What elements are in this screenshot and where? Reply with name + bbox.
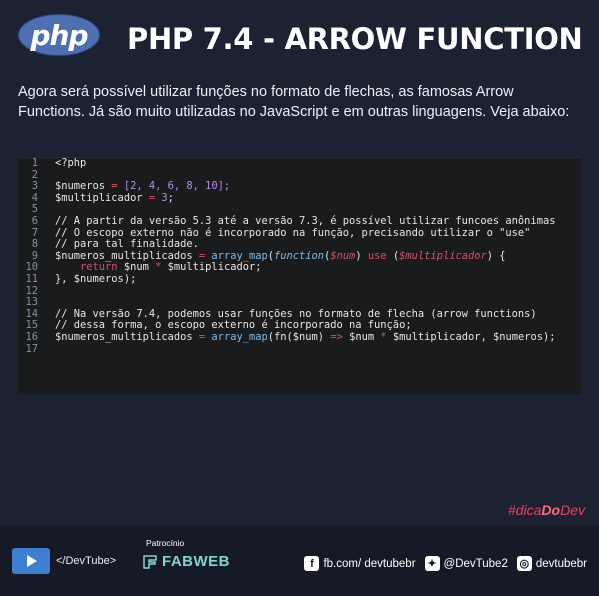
code-keyword: use bbox=[367, 249, 387, 262]
code-line: 16 $numeros_multiplicados = array_map(fn(… bbox=[18, 330, 581, 344]
line-number: 8 bbox=[31, 238, 38, 251]
code-line: 4 $multiplicador = 3; bbox=[18, 191, 581, 205]
php-logo-text: php bbox=[30, 18, 88, 52]
play-icon bbox=[12, 548, 50, 574]
code-function: array_map bbox=[211, 330, 268, 343]
fabweb-logo: FABWEB bbox=[142, 553, 230, 570]
code-keyword: return bbox=[80, 261, 118, 274]
hashtag: #dicaDoDev bbox=[508, 502, 585, 518]
code-operator: = bbox=[192, 330, 212, 343]
code-operator: = bbox=[192, 249, 212, 262]
code-block: 1 <?php 2 3 $numeros = [2, 4, 6, 8, 10]; 4… bbox=[18, 157, 581, 394]
code-text: (fn($num) bbox=[267, 330, 331, 343]
code-text: ) bbox=[355, 249, 368, 262]
code-variable: $numeros_multiplicados bbox=[55, 330, 193, 343]
code-text: ( bbox=[386, 249, 400, 262]
hashtag-bold: Do bbox=[541, 502, 561, 518]
code-line: 11 }, $numeros); bbox=[18, 272, 581, 286]
line-number: 6 bbox=[31, 214, 38, 227]
page-title: PHP 7.4 - ARROW FUNCTION bbox=[127, 22, 583, 56]
line-number: 11 bbox=[25, 272, 38, 285]
sponsor-label: Patrocínio bbox=[146, 538, 185, 548]
fabweb-text: FABWEB bbox=[162, 553, 230, 570]
facebook-icon: f bbox=[304, 556, 320, 571]
hashtag-post: Dev bbox=[560, 502, 585, 518]
code-text: $multiplicador, $numeros); bbox=[386, 330, 556, 343]
code-argument: $multiplicador bbox=[399, 249, 487, 262]
code-text: $num bbox=[117, 261, 156, 274]
code-text: $num bbox=[342, 330, 381, 343]
line-number: 17 bbox=[25, 342, 38, 355]
code-operator: => bbox=[330, 330, 343, 343]
php-logo: php bbox=[18, 14, 100, 56]
code-operator: = bbox=[142, 191, 162, 204]
facebook-link[interactable]: fb.com/ devtubebr bbox=[323, 558, 415, 570]
code-line: 17 bbox=[18, 342, 581, 356]
code-array: [2, 4, 6, 8, 10]; bbox=[123, 180, 231, 193]
twitter-icon: ✦ bbox=[424, 556, 440, 571]
code-function: array_map bbox=[211, 249, 268, 262]
line-number: 1 bbox=[31, 157, 38, 169]
code-line: 6 // A partir da versão 5.3 até a versão … bbox=[18, 214, 581, 228]
code-keyword: function bbox=[274, 249, 325, 262]
code-line: 1 <?php bbox=[18, 158, 581, 170]
code-variable: $numeros bbox=[55, 180, 106, 193]
code-argument: $num bbox=[330, 249, 356, 262]
fabweb-icon bbox=[143, 554, 157, 569]
code-operator: = bbox=[105, 180, 124, 193]
devtube-text: </DevTube> bbox=[56, 555, 117, 567]
intro-text: Agora será possível utilizar funções no … bbox=[18, 84, 570, 120]
code-line: 12 bbox=[18, 285, 581, 298]
code-text: ) { bbox=[486, 249, 506, 262]
code-comment: // A partir da versão 5.3 até a versão 7… bbox=[55, 214, 556, 227]
line-number: 13 bbox=[25, 296, 38, 309]
code-text: $multiplicador; bbox=[161, 261, 262, 274]
line-number: 16 bbox=[25, 330, 38, 343]
code-text: }, $numeros); bbox=[55, 272, 137, 285]
code-text: ; bbox=[167, 191, 174, 204]
code-variable: $numeros_multiplicados bbox=[55, 249, 193, 262]
code-text: <?php bbox=[55, 157, 87, 169]
devtube-logo: </DevTube> bbox=[12, 548, 116, 574]
social-links: f fb.com/ devtubebr ✦ @DevTube2 ◎ devtub… bbox=[295, 556, 587, 571]
code-variable: $multiplicador bbox=[55, 191, 143, 204]
header: php PHP 7.4 - ARROW FUNCTION bbox=[0, 0, 599, 78]
instagram-icon: ◎ bbox=[516, 556, 532, 571]
twitter-link[interactable]: @DevTube2 bbox=[444, 558, 508, 570]
instagram-link[interactable]: devtubebr bbox=[536, 558, 587, 570]
code-line: 13 bbox=[18, 297, 581, 309]
hashtag-pre: #dica bbox=[507, 502, 542, 518]
